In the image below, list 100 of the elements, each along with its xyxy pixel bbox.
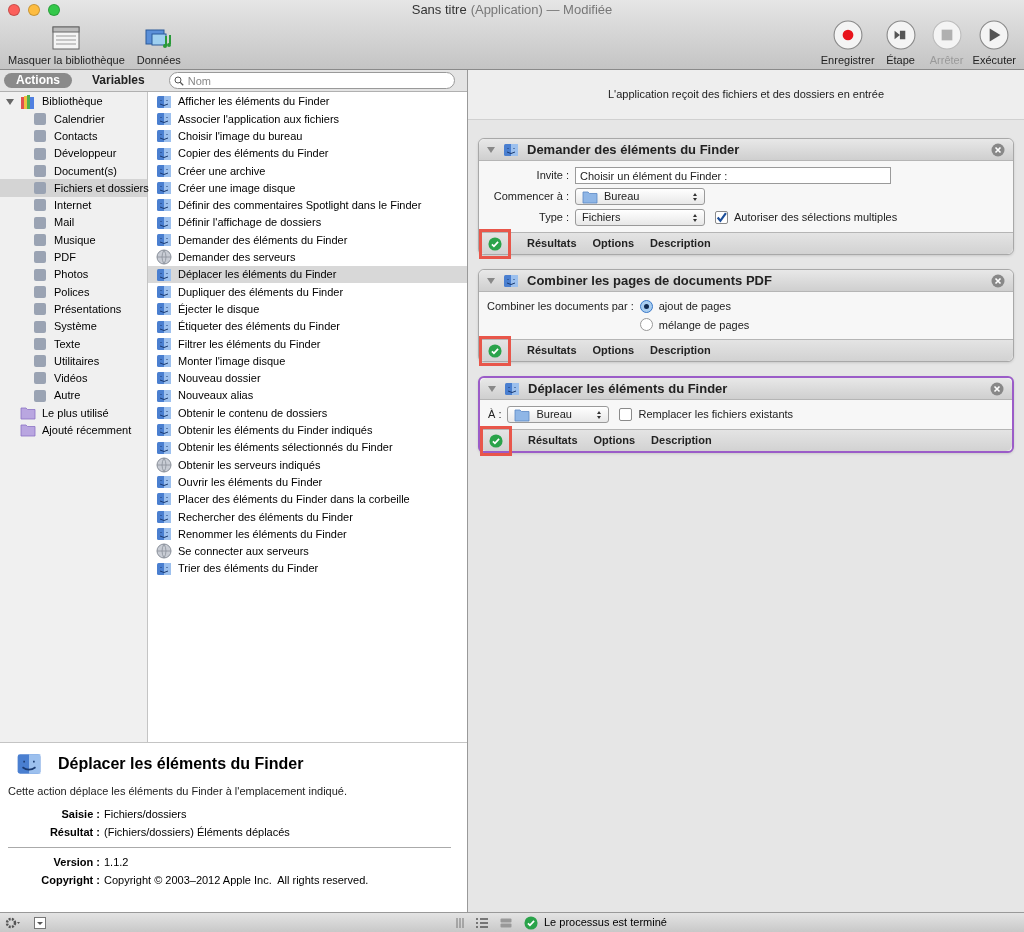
disclosure-icon[interactable] [6, 97, 14, 106]
disclosure-icon[interactable] [487, 276, 495, 285]
footer-tab[interactable]: Options [593, 432, 636, 449]
action-item[interactable]: Créer une image disque [148, 179, 467, 197]
action-item[interactable]: Demander des éléments du Finder [148, 231, 467, 249]
library-item[interactable]: Utilitaires [0, 352, 147, 370]
toolbar-button[interactable]: Étape [880, 19, 921, 68]
footer-tab[interactable]: Options [592, 235, 635, 252]
library-item[interactable]: Fichiers et dossiers [0, 179, 147, 197]
category-icon [32, 197, 48, 214]
footer-tab[interactable]: Description [650, 235, 711, 252]
finder-icon [156, 232, 172, 248]
close-icon[interactable] [991, 273, 1005, 288]
checkbox[interactable] [619, 408, 633, 421]
library-item[interactable]: Document(s) [0, 162, 147, 180]
footer-tab[interactable]: Résultats [528, 432, 578, 449]
log-icon[interactable] [500, 917, 512, 928]
action-item[interactable]: Demander des serveurs [148, 248, 467, 266]
close-icon[interactable] [990, 381, 1004, 396]
action-item[interactable]: Placer des éléments du Finder dans la corbeille [148, 490, 467, 509]
category-icon [32, 283, 48, 300]
footer-tab[interactable]: Options [592, 342, 635, 359]
library-item[interactable]: Mail [0, 214, 147, 232]
resize-handle-icon[interactable] [456, 917, 464, 928]
library-item[interactable]: Développeur [0, 144, 147, 163]
window-title-suffix: (Application) — Modifiée [470, 1, 613, 19]
window-icon [52, 25, 81, 50]
action-block[interactable]: Déplacer les éléments du Finder À : Bureau Remplacer les fichiers existants Résultats Options Description [478, 376, 1014, 453]
action-item[interactable]: Monter l'image disque [148, 352, 467, 370]
action-item[interactable]: Se connecter aux serveurs [148, 542, 467, 560]
search-icon [173, 76, 184, 86]
action-item[interactable]: Créer une archive [148, 162, 467, 180]
tab[interactable]: Variables [80, 73, 157, 88]
checkbox-label: Remplacer les fichiers existants [638, 407, 794, 423]
library-item[interactable]: Contacts [0, 127, 147, 145]
action-item[interactable]: Nouveaux alias [148, 387, 467, 405]
footer-tab[interactable]: Description [650, 342, 711, 359]
footer-tab[interactable]: Résultats [527, 235, 577, 252]
footer-tab[interactable]: Résultats [527, 342, 577, 359]
action-item[interactable]: Éjecter le disque [148, 300, 467, 318]
popup-button[interactable]: Fichiers [575, 209, 705, 226]
action-item[interactable]: Définir des commentaires Spotlight dans le Finder [148, 196, 467, 215]
action-item[interactable]: Définir l'affichage de dossiers [148, 214, 467, 232]
minimize-button[interactable] [28, 3, 40, 16]
radio-button[interactable] [639, 318, 653, 332]
library-item[interactable]: Texte [0, 335, 147, 353]
close-button[interactable] [8, 3, 20, 16]
action-item[interactable]: Nouveau dossier [148, 369, 467, 388]
action-item[interactable]: Filtrer les éléments du Finder [148, 335, 467, 353]
action-item[interactable]: Obtenir le contenu de dossiers [148, 404, 467, 422]
disclosure-icon[interactable] [487, 145, 495, 154]
action-item[interactable]: Obtenir les éléments sélectionnés du Finder [148, 438, 467, 457]
search-field[interactable]: Nom [168, 72, 455, 89]
footer-tab[interactable]: Description [651, 432, 712, 449]
popup-button[interactable]: Bureau [507, 406, 610, 423]
popup-button[interactable]: Bureau [575, 188, 705, 205]
radio-button[interactable] [639, 299, 653, 313]
action-item[interactable]: Obtenir les serveurs indiqués [148, 456, 467, 474]
library-item[interactable]: Photos [0, 265, 147, 284]
toolbar-button[interactable]: Exécuter [972, 19, 1016, 68]
text-field[interactable]: Choisir un élément du Finder : [575, 167, 891, 184]
library-item[interactable]: Internet [0, 196, 147, 215]
library-item[interactable]: Bibliothèque [0, 93, 147, 111]
action-item[interactable]: Copier des éléments du Finder [148, 144, 467, 163]
toolbar-button[interactable]: Enregistrer [820, 19, 875, 68]
library-item[interactable]: Vidéos [0, 369, 147, 388]
library-item[interactable]: Autre [0, 387, 147, 405]
check-icon [489, 433, 503, 448]
library-item[interactable]: Polices [0, 283, 147, 301]
library-item[interactable]: Présentations [0, 300, 147, 318]
category-icon [32, 370, 48, 387]
action-item[interactable]: Dupliquer des éléments du Finder [148, 283, 467, 301]
toolbar-button[interactable]: Données [136, 25, 181, 68]
close-icon[interactable] [991, 142, 1005, 157]
action-item[interactable]: Renommer les éléments du Finder [148, 525, 467, 543]
gear-icon[interactable] [4, 916, 22, 929]
library-item[interactable]: PDF [0, 248, 147, 266]
library-item[interactable]: Calendrier [0, 110, 147, 128]
action-item[interactable]: Ouvrir les éléments du Finder [148, 473, 467, 491]
category-icon [32, 214, 48, 231]
library-item[interactable]: Le plus utilisé [0, 404, 147, 422]
zoom-button[interactable] [48, 3, 60, 16]
action-item[interactable]: Étiqueter des éléments du Finder [148, 317, 467, 336]
toolbar-button[interactable]: Masquer la bibliothèque [8, 25, 125, 68]
library-item[interactable]: Ajouté récemment [0, 421, 147, 439]
library-item[interactable]: Système [0, 317, 147, 336]
action-item[interactable]: Choisir l'image du bureau [148, 127, 467, 145]
action-item[interactable]: Rechercher des éléments du Finder [148, 508, 467, 526]
action-item[interactable]: Trier des éléments du Finder [148, 560, 467, 578]
library-item[interactable]: Musique [0, 231, 147, 249]
action-item[interactable]: Déplacer les éléments du Finder [148, 265, 467, 284]
action-item[interactable]: Obtenir les éléments du Finder indiqués [148, 421, 467, 439]
panel-toggle-icon[interactable] [34, 916, 46, 929]
finder-icon [156, 214, 172, 231]
list-icon[interactable] [476, 917, 488, 928]
action-item[interactable]: Associer l'application aux fichiers [148, 110, 467, 128]
info-value: (Fichiers/dossiers) Éléments déplacés [104, 825, 290, 840]
checkbox[interactable] [715, 211, 728, 224]
disclosure-icon[interactable] [488, 384, 496, 393]
action-item[interactable]: Afficher les éléments du Finder [148, 93, 467, 111]
